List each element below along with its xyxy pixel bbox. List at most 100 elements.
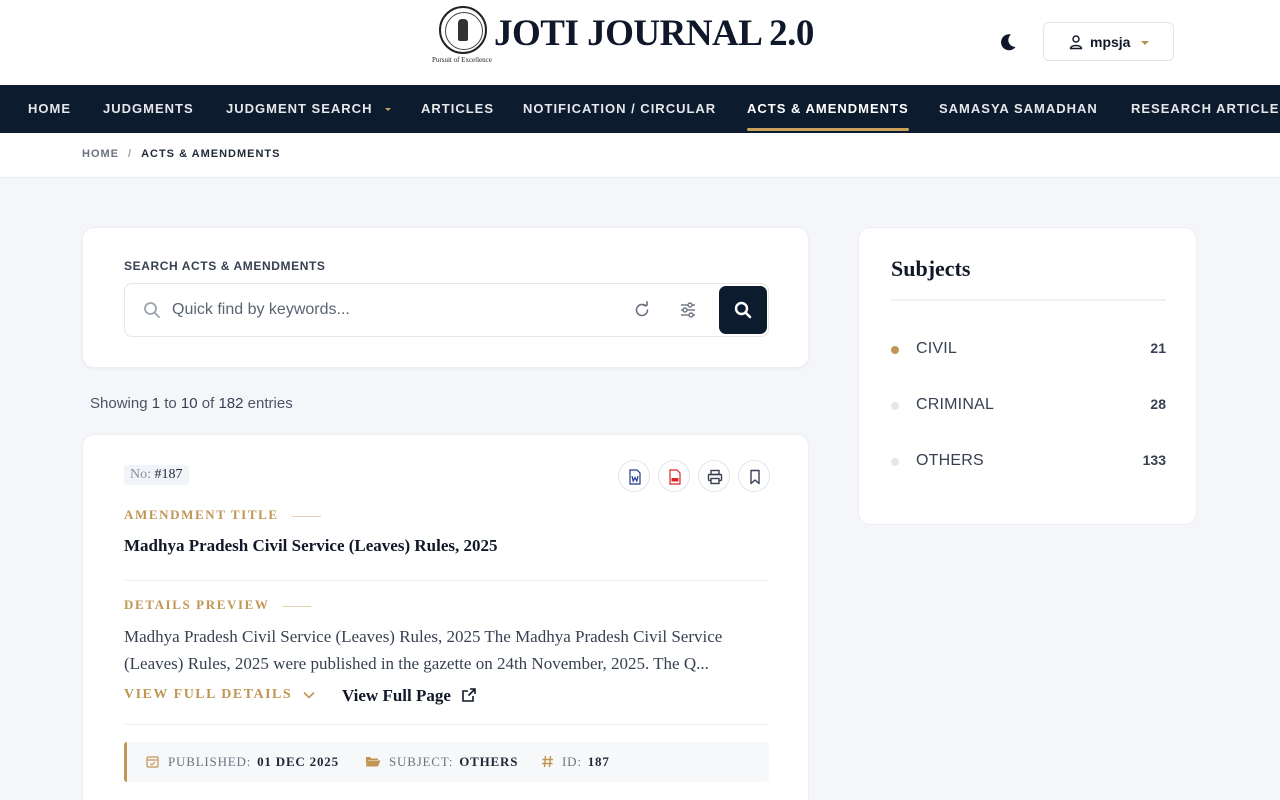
nav-acts-amendments[interactable]: ACTS & AMENDMENTS bbox=[747, 85, 909, 133]
user-icon bbox=[1069, 34, 1083, 49]
word-file-icon bbox=[629, 469, 641, 485]
subjects-panel: Subjects CIVIL 21 CRIMINAL 28 OTHERS 133 bbox=[858, 227, 1197, 525]
sliders-icon bbox=[681, 302, 695, 318]
divider bbox=[891, 299, 1166, 301]
entry-number-badge: No: #187 bbox=[124, 465, 189, 485]
chevron-down-icon bbox=[303, 691, 315, 699]
breadcrumb-current: ACTS & AMENDMENTS bbox=[141, 148, 281, 160]
search-icon bbox=[734, 301, 752, 319]
site-brand[interactable]: JOTI JOURNAL 2.0 bbox=[494, 12, 814, 55]
user-menu-button[interactable]: mpsja bbox=[1043, 22, 1174, 61]
search-label: SEARCH ACTS & AMENDMENTS bbox=[124, 259, 326, 273]
nav-research-articles[interactable]: RESEARCH ARTICLES bbox=[1131, 85, 1280, 133]
reset-search-button[interactable] bbox=[632, 300, 652, 320]
showing-from: 1 bbox=[151, 395, 161, 412]
search-submit-button[interactable] bbox=[719, 286, 767, 334]
active-dot-icon bbox=[891, 346, 899, 354]
showing-prefix: Showing bbox=[90, 395, 148, 412]
details-preview-text: Madhya Pradesh Civil Service (Leaves) Ru… bbox=[124, 627, 723, 673]
subject-count: 21 bbox=[1150, 340, 1166, 356]
amendment-title-label: AMENDMENT TITLE bbox=[124, 507, 279, 522]
subjects-title: Subjects bbox=[891, 256, 971, 281]
nav-home[interactable]: HOME bbox=[28, 85, 71, 133]
chevron-down-icon bbox=[385, 108, 392, 112]
subject-count: 133 bbox=[1142, 452, 1166, 468]
external-link-icon bbox=[462, 688, 476, 702]
printer-icon bbox=[707, 469, 723, 485]
chevron-down-icon bbox=[1141, 41, 1149, 45]
court-seal-icon bbox=[439, 6, 487, 54]
search-box bbox=[124, 283, 769, 337]
logo-tagline: Pursuit of Excellence bbox=[432, 56, 492, 64]
filter-button[interactable] bbox=[678, 300, 698, 320]
meta-subject: SUBJECT: OTHERS bbox=[365, 754, 518, 770]
dot-icon bbox=[891, 402, 899, 410]
entry-number-label: No: bbox=[130, 467, 151, 482]
download-word-button[interactable] bbox=[618, 460, 650, 492]
subject-name: CRIMINAL bbox=[916, 396, 995, 413]
amendment-title-heading: AMENDMENT TITLE bbox=[124, 507, 321, 523]
refresh-icon bbox=[635, 301, 649, 317]
dot-icon bbox=[891, 458, 899, 466]
meta-published: PUBLISHED: 01 DEC 2025 bbox=[146, 754, 339, 770]
showing-suffix: entries bbox=[247, 395, 293, 412]
heading-line bbox=[282, 605, 312, 607]
subject-name: CIVIL bbox=[916, 340, 958, 357]
download-pdf-button[interactable] bbox=[658, 460, 690, 492]
search-input[interactable] bbox=[172, 294, 612, 326]
subject-name: OTHERS bbox=[916, 452, 984, 469]
showing-of-word: of bbox=[201, 395, 215, 412]
subject-item-criminal[interactable]: CRIMINAL 28 bbox=[891, 390, 1166, 420]
showing-total: 182 bbox=[218, 395, 244, 412]
view-full-page-label: View Full Page bbox=[342, 686, 451, 705]
pdf-file-icon bbox=[669, 469, 681, 485]
subject-item-others[interactable]: OTHERS 133 bbox=[891, 446, 1166, 476]
showing-to-word: to bbox=[164, 395, 177, 412]
results-count: Showing 1 to 10 of 182 entries bbox=[90, 395, 293, 412]
meta-id: ID: 187 bbox=[541, 754, 610, 770]
nav-samasya-samadhan[interactable]: SAMASYA SAMADHAN bbox=[939, 85, 1098, 133]
nav-articles[interactable]: ARTICLES bbox=[421, 85, 494, 133]
dark-mode-toggle[interactable] bbox=[996, 30, 1020, 54]
id-label: ID: bbox=[562, 754, 582, 769]
subject-count: 28 bbox=[1150, 396, 1166, 412]
user-name: mpsja bbox=[1090, 33, 1131, 50]
published-date: 01 DEC 2025 bbox=[257, 754, 339, 769]
entry-number: #187 bbox=[154, 467, 183, 482]
search-card: SEARCH ACTS & AMENDMENTS bbox=[82, 227, 809, 368]
view-full-details-button[interactable]: VIEW FULL DETAILS bbox=[124, 687, 316, 703]
subject-item-civil[interactable]: CIVIL 21 bbox=[891, 334, 1166, 364]
breadcrumb-separator: / bbox=[128, 148, 133, 160]
divider bbox=[124, 724, 769, 725]
breadcrumb-home[interactable]: HOME bbox=[82, 148, 119, 160]
search-icon bbox=[144, 302, 160, 318]
view-full-details-label: VIEW FULL DETAILS bbox=[124, 687, 293, 702]
print-button[interactable] bbox=[698, 460, 730, 492]
main-nav: HOME JUDGMENTS JUDGMENT SEARCH ARTICLES … bbox=[0, 85, 1280, 133]
calendar-icon bbox=[146, 756, 159, 768]
folder-open-icon bbox=[366, 757, 381, 767]
site-logo[interactable]: Pursuit of Excellence bbox=[432, 6, 492, 64]
bookmark-button[interactable] bbox=[738, 460, 770, 492]
id-value: 187 bbox=[587, 754, 610, 769]
breadcrumb-bar: HOME / ACTS & AMENDMENTS bbox=[0, 133, 1280, 178]
entry-meta-bar: PUBLISHED: 01 DEC 2025 SUBJECT: OTHERS ID:… bbox=[124, 742, 769, 782]
moon-icon bbox=[1001, 34, 1016, 51]
heading-line bbox=[291, 515, 321, 517]
bookmark-icon bbox=[750, 469, 760, 485]
showing-to: 10 bbox=[180, 395, 198, 412]
subject-value: OTHERS bbox=[459, 754, 519, 769]
amendment-title: Madhya Pradesh Civil Service (Leaves) Ru… bbox=[124, 536, 498, 555]
details-preview-heading: DETAILS PREVIEW bbox=[124, 597, 312, 613]
nav-judgment-search-label: JUDGMENT SEARCH bbox=[226, 101, 373, 116]
published-label: PUBLISHED: bbox=[168, 754, 252, 769]
nav-judgments[interactable]: JUDGMENTS bbox=[103, 85, 194, 133]
nav-notification-circular[interactable]: NOTIFICATION / CIRCULAR bbox=[523, 85, 716, 133]
nav-judgment-search[interactable]: JUDGMENT SEARCH bbox=[226, 85, 392, 133]
breadcrumb: HOME / ACTS & AMENDMENTS bbox=[82, 148, 281, 160]
subject-label: SUBJECT: bbox=[389, 754, 454, 769]
entry-card: No: #187 AMENDMENT TITLE Madhya Pradesh … bbox=[82, 434, 809, 800]
site-header: Pursuit of Excellence JOTI JOURNAL 2.0 m… bbox=[0, 0, 1280, 85]
view-full-page-link[interactable]: View Full Page bbox=[342, 686, 477, 706]
divider bbox=[124, 580, 769, 581]
